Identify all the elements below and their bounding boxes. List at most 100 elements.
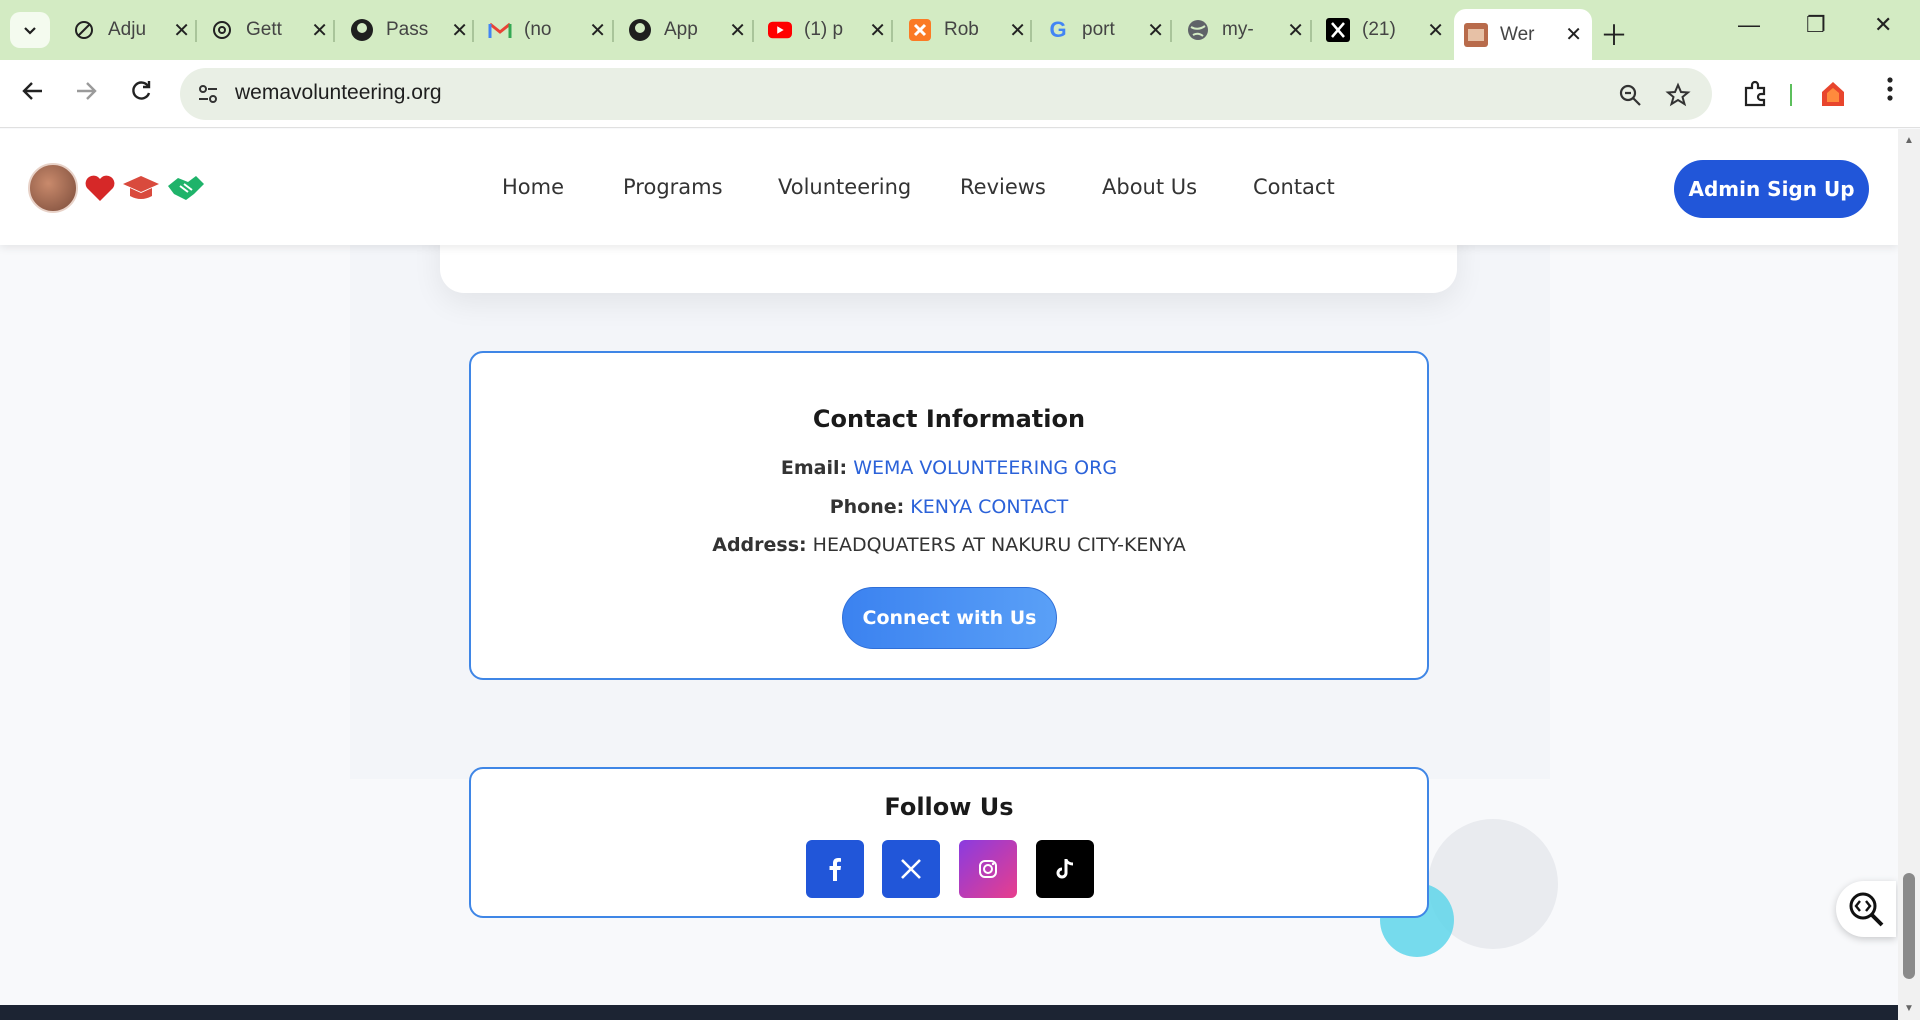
x-twitter-button[interactable] xyxy=(882,840,940,898)
nav-programs[interactable]: Programs xyxy=(623,175,723,199)
nav-contact[interactable]: Contact xyxy=(1253,175,1335,199)
url-text[interactable]: wemavolunteering.org xyxy=(235,81,442,105)
forward-button[interactable] xyxy=(70,78,102,111)
tab-2[interactable]: Gett ✕ xyxy=(200,10,338,50)
page-scrollbar[interactable]: ▲ ▼ xyxy=(1898,129,1920,1020)
tab-8[interactable]: G port ✕ xyxy=(1036,10,1174,50)
close-icon[interactable]: ✕ xyxy=(1009,18,1026,43)
accessibility-zoom-button[interactable] xyxy=(1836,881,1896,937)
close-icon[interactable]: ✕ xyxy=(1565,22,1582,47)
contact-title: Contact Information xyxy=(812,405,1086,433)
tab-10[interactable]: (21) ✕ xyxy=(1316,10,1454,50)
globe-icon xyxy=(1186,18,1210,42)
restore-button[interactable]: ❐ xyxy=(1806,12,1826,38)
address-line: Address: HEADQUATERS AT NAKURU CITY-KENY… xyxy=(471,534,1427,556)
tab-title: App xyxy=(664,19,698,40)
close-icon[interactable]: ✕ xyxy=(589,18,606,43)
logo-avatar xyxy=(28,163,78,213)
admin-sign-up-button[interactable]: Admin Sign Up xyxy=(1674,160,1869,218)
browser-menu-button[interactable] xyxy=(1874,76,1906,109)
connect-with-us-button[interactable]: Connect with Us xyxy=(842,587,1057,649)
minimize-button[interactable]: — xyxy=(1738,12,1760,38)
follow-us-card: Follow Us xyxy=(469,767,1429,918)
tab-5[interactable]: App ✕ xyxy=(618,10,756,50)
back-arrow-icon xyxy=(22,82,42,100)
address-bar[interactable]: wemavolunteering.org xyxy=(180,68,1712,120)
close-icon[interactable]: ✕ xyxy=(311,18,328,43)
back-button[interactable] xyxy=(17,78,49,111)
profile-extension-icon[interactable] xyxy=(1819,80,1847,108)
close-icon[interactable]: ✕ xyxy=(1287,18,1304,43)
reload-icon xyxy=(132,81,151,100)
close-icon[interactable]: ✕ xyxy=(1147,18,1164,43)
close-icon[interactable]: ✕ xyxy=(729,18,746,43)
youtube-icon xyxy=(768,18,792,42)
reload-button[interactable] xyxy=(125,78,157,111)
xampp-icon xyxy=(908,18,932,42)
address-label: Address: xyxy=(712,534,807,556)
site-header: Home Programs Volunteering Reviews About… xyxy=(0,129,1898,245)
site-favicon xyxy=(1464,22,1488,47)
new-tab-button[interactable]: ＋ xyxy=(1600,14,1628,54)
email-line: Email: WEMA VOLUNTEERING ORG xyxy=(471,457,1427,479)
footer-top-edge xyxy=(0,1005,1898,1020)
more-vertical-icon xyxy=(1887,77,1893,101)
contact-information-card: Contact Information Email: WEMA VOLUNTEE… xyxy=(469,351,1429,680)
instagram-icon xyxy=(979,860,997,878)
bookmark-star-icon[interactable] xyxy=(1665,82,1691,108)
nav-reviews[interactable]: Reviews xyxy=(960,175,1046,199)
email-label: Email: xyxy=(780,457,848,479)
nav-volunteering[interactable]: Volunteering xyxy=(778,175,911,199)
email-link[interactable]: WEMA VOLUNTEERING ORG xyxy=(853,457,1117,479)
close-icon[interactable]: ✕ xyxy=(869,18,886,43)
extensions-icon[interactable] xyxy=(1741,80,1769,108)
chevron-down-icon xyxy=(24,27,36,35)
google-icon: G xyxy=(1049,17,1067,42)
tab-title: my- xyxy=(1222,19,1254,40)
x-icon xyxy=(1326,18,1350,42)
close-window-button[interactable]: ✕ xyxy=(1874,12,1892,38)
follow-title: Follow Us xyxy=(884,793,1014,821)
browser-toolbar: wemavolunteering.org xyxy=(0,60,1920,128)
heart-icon xyxy=(85,175,115,201)
close-icon[interactable]: ✕ xyxy=(451,18,468,43)
site-settings-icon[interactable] xyxy=(196,82,220,106)
scroll-down-arrow[interactable]: ▼ xyxy=(1904,1003,1914,1014)
instagram-button[interactable] xyxy=(959,840,1017,898)
github-icon xyxy=(628,18,652,42)
gmail-icon xyxy=(488,18,512,42)
tab-1[interactable]: Adju ✕ xyxy=(62,10,200,50)
tab-11-active[interactable]: Wer ✕ xyxy=(1454,9,1592,60)
scroll-up-arrow[interactable]: ▲ xyxy=(1904,135,1914,146)
close-icon[interactable]: ✕ xyxy=(173,18,190,43)
tab-7[interactable]: Rob ✕ xyxy=(898,10,1036,50)
tiktok-button[interactable] xyxy=(1036,840,1094,898)
github-icon xyxy=(350,18,374,42)
tab-title: (1) p xyxy=(804,19,844,40)
tab-title: Gett xyxy=(246,19,282,40)
forward-arrow-icon xyxy=(77,82,97,100)
tab-strip: Adju ✕ Gett ✕ Pass ✕ (no ✕ App ✕ (1) p ✕… xyxy=(0,0,1920,60)
page-viewport: Home Programs Volunteering Reviews About… xyxy=(0,129,1898,1020)
tab-9[interactable]: my- ✕ xyxy=(1176,10,1314,50)
tab-3[interactable]: Pass ✕ xyxy=(340,10,478,50)
close-icon[interactable]: ✕ xyxy=(1427,18,1444,43)
x-icon xyxy=(901,859,921,879)
phone-link[interactable]: KENYA CONTACT xyxy=(910,496,1068,518)
zoom-icon[interactable] xyxy=(1617,82,1643,108)
tab-title: Wer xyxy=(1500,23,1535,45)
tab-search-button[interactable] xyxy=(10,12,50,48)
tab-6[interactable]: (1) p ✕ xyxy=(758,10,896,50)
nav-home[interactable]: Home xyxy=(502,175,564,199)
tiktok-icon xyxy=(1056,859,1074,879)
phone-label: Phone: xyxy=(829,496,905,518)
tab-title: Pass xyxy=(386,19,429,40)
handshake-icon xyxy=(168,176,204,200)
tab-4[interactable]: (no ✕ xyxy=(478,10,616,50)
nav-about-us[interactable]: About Us xyxy=(1102,175,1197,199)
site-logo[interactable] xyxy=(28,163,206,213)
scrollbar-thumb[interactable] xyxy=(1903,873,1915,979)
facebook-button[interactable] xyxy=(806,840,864,898)
openai-icon xyxy=(210,18,234,42)
address-value: HEADQUATERS AT NAKURU CITY-KENYA xyxy=(812,534,1186,556)
